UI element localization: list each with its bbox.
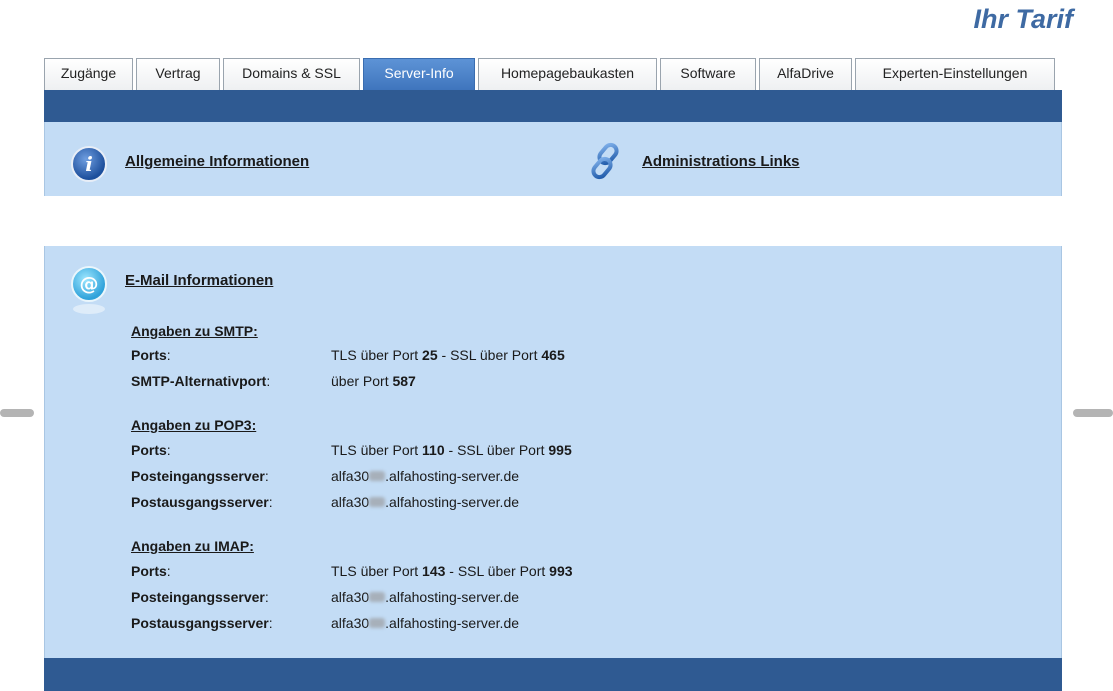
- pop3-title: Angaben zu POP3:: [131, 417, 257, 433]
- email-panel: @ E-Mail Informationen Angaben zu SMTP: …: [44, 246, 1062, 658]
- imap-ports-label: Ports:: [131, 563, 171, 579]
- smtp-ports-label: Ports:: [131, 347, 171, 363]
- smtp-alt-label: SMTP-Alternativport:: [131, 373, 271, 389]
- smtp-title: Angaben zu SMTP:: [131, 323, 258, 339]
- redacted-mark: [369, 592, 386, 603]
- tab-homepagebaukasten[interactable]: Homepagebaukasten: [478, 58, 657, 90]
- pop3-ports-value: TLS über Port 110 - SSL über Port 995: [331, 442, 572, 458]
- info-panel: i Allgemeine Informationen Administratio…: [44, 122, 1062, 196]
- header-bar: [44, 90, 1062, 122]
- tab-zugaenge[interactable]: Zugänge: [44, 58, 133, 90]
- tab-domains-ssl[interactable]: Domains & SSL: [223, 58, 360, 90]
- link-chain-icon: [591, 142, 619, 180]
- imap-ports-value: TLS über Port 143 - SSL über Port 993: [331, 563, 573, 579]
- footer-bar: [44, 658, 1062, 691]
- redacted-mark: [369, 618, 386, 629]
- imap-in-value: alfa30 .alfahosting-server.de: [331, 589, 520, 605]
- smtp-alt-value: über Port 587: [331, 373, 416, 389]
- imap-title: Angaben zu IMAP:: [131, 538, 254, 554]
- imap-in-label: Posteingangsserver:: [131, 589, 269, 605]
- general-info-link[interactable]: Allgemeine Informationen: [125, 153, 309, 170]
- imap-out-label: Postausgangsserver:: [131, 615, 273, 631]
- crop-gap: [0, 196, 1113, 417]
- redacted-mark: [369, 471, 386, 482]
- pop3-in-label: Posteingangsserver:: [131, 468, 269, 484]
- at-sign-icon: @: [71, 266, 107, 302]
- pop3-out-value: alfa30 .alfahosting-server.de: [331, 494, 520, 510]
- tab-experten-einstellungen[interactable]: Experten-Einstellungen: [855, 58, 1055, 90]
- email-info-link[interactable]: E-Mail Informationen: [125, 272, 273, 289]
- tab-server-info[interactable]: Server-Info: [363, 58, 475, 90]
- pop3-ports-label: Ports:: [131, 442, 171, 458]
- redacted-mark: [369, 497, 386, 508]
- tab-vertrag[interactable]: Vertrag: [136, 58, 220, 90]
- brand-title: Ihr Tarif: [973, 4, 1073, 34]
- pop3-in-value: alfa30 .alfahosting-server.de: [331, 468, 520, 484]
- imap-out-value: alfa30 .alfahosting-server.de: [331, 615, 520, 631]
- info-icon: i: [71, 146, 107, 182]
- admin-links-link[interactable]: Administrations Links: [642, 153, 800, 170]
- tab-software[interactable]: Software: [660, 58, 756, 90]
- smtp-ports-value: TLS über Port 25 - SSL über Port 465: [331, 347, 565, 363]
- tab-alfadrive[interactable]: AlfaDrive: [759, 58, 852, 90]
- pop3-out-label: Postausgangsserver:: [131, 494, 273, 510]
